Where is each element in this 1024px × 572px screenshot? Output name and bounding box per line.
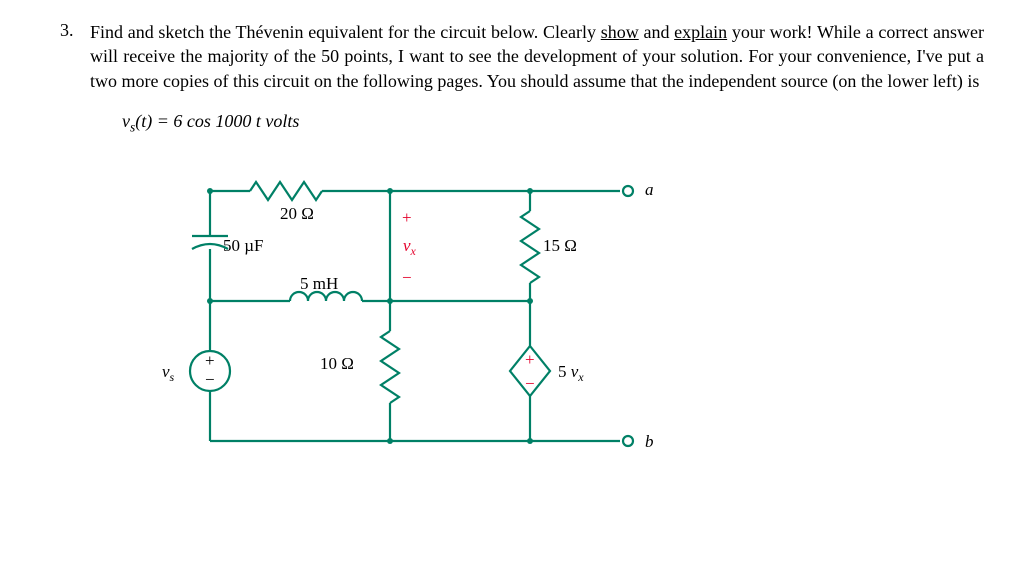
- vx-var: vx: [403, 236, 417, 258]
- dep-label: 5 vx: [558, 362, 584, 384]
- r2-label: 15 Ω: [543, 236, 577, 255]
- dep-plus: +: [525, 350, 535, 369]
- circuit-svg: .wire { stroke:#008066; stroke-width:2.2…: [130, 151, 690, 471]
- problem-number: 3.: [60, 20, 90, 41]
- vx-plus: +: [402, 208, 412, 227]
- circuit-diagram: .wire { stroke:#008066; stroke-width:2.2…: [130, 151, 984, 476]
- terminal-a-label: a: [645, 180, 654, 199]
- underline-explain: explain: [674, 22, 727, 42]
- terminal-a-node: [623, 186, 633, 196]
- r1-label: 20 Ω: [280, 204, 314, 223]
- eq-rest: (t) = 6 cos 1000 t volts: [135, 111, 299, 131]
- problem-statement: Find and sketch the Thévenin equivalent …: [90, 20, 984, 93]
- l1-label: 5 mH: [300, 274, 338, 293]
- terminal-b-node: [623, 436, 633, 446]
- r3-label: 10 Ω: [320, 354, 354, 373]
- terminal-b-label: b: [645, 432, 654, 451]
- text-part-1: Find and sketch the Thévenin equivalent …: [90, 22, 601, 42]
- vs-minus: −: [205, 370, 215, 389]
- vx-minus: −: [402, 268, 412, 287]
- underline-show: show: [601, 22, 639, 42]
- problem-block: 3. Find and sketch the Thévenin equivale…: [60, 20, 984, 93]
- vs-label: vs: [162, 362, 175, 384]
- dep-minus: −: [525, 374, 535, 393]
- text-part-2: and: [639, 22, 674, 42]
- eq-var: v: [122, 111, 130, 131]
- c1-label: 50 µF: [223, 236, 264, 255]
- vs-plus: +: [205, 351, 215, 370]
- voltage-equation: vs(t) = 6 cos 1000 t volts: [122, 111, 984, 136]
